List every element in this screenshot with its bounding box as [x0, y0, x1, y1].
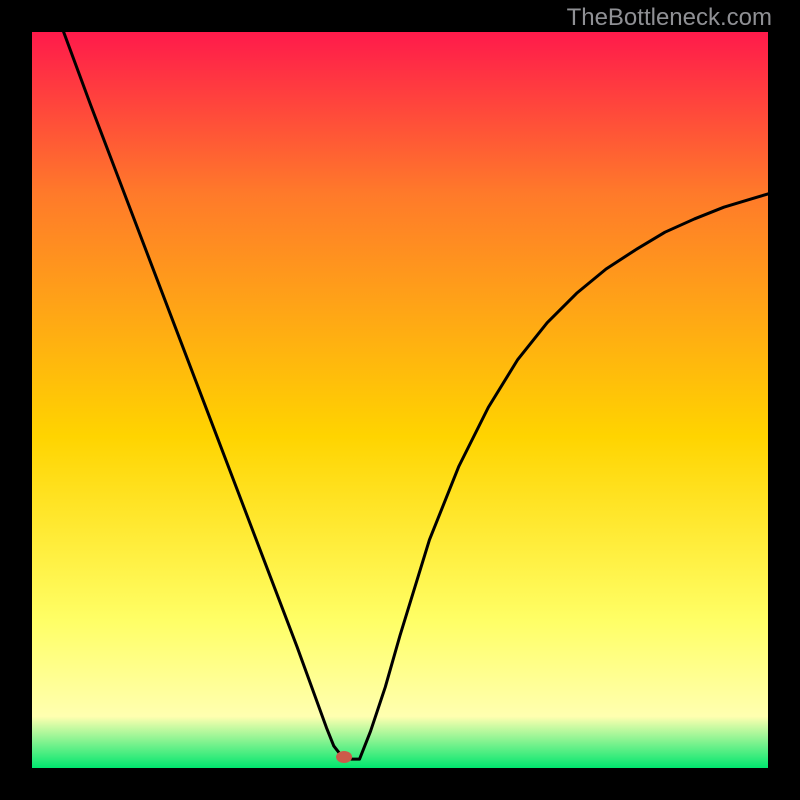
minimum-marker — [336, 751, 352, 763]
plot-svg — [32, 32, 768, 768]
plot-area — [32, 32, 768, 768]
gradient-background — [32, 32, 768, 768]
watermark-text: TheBottleneck.com — [567, 4, 772, 32]
chart-frame: TheBottleneck.com — [0, 0, 800, 800]
